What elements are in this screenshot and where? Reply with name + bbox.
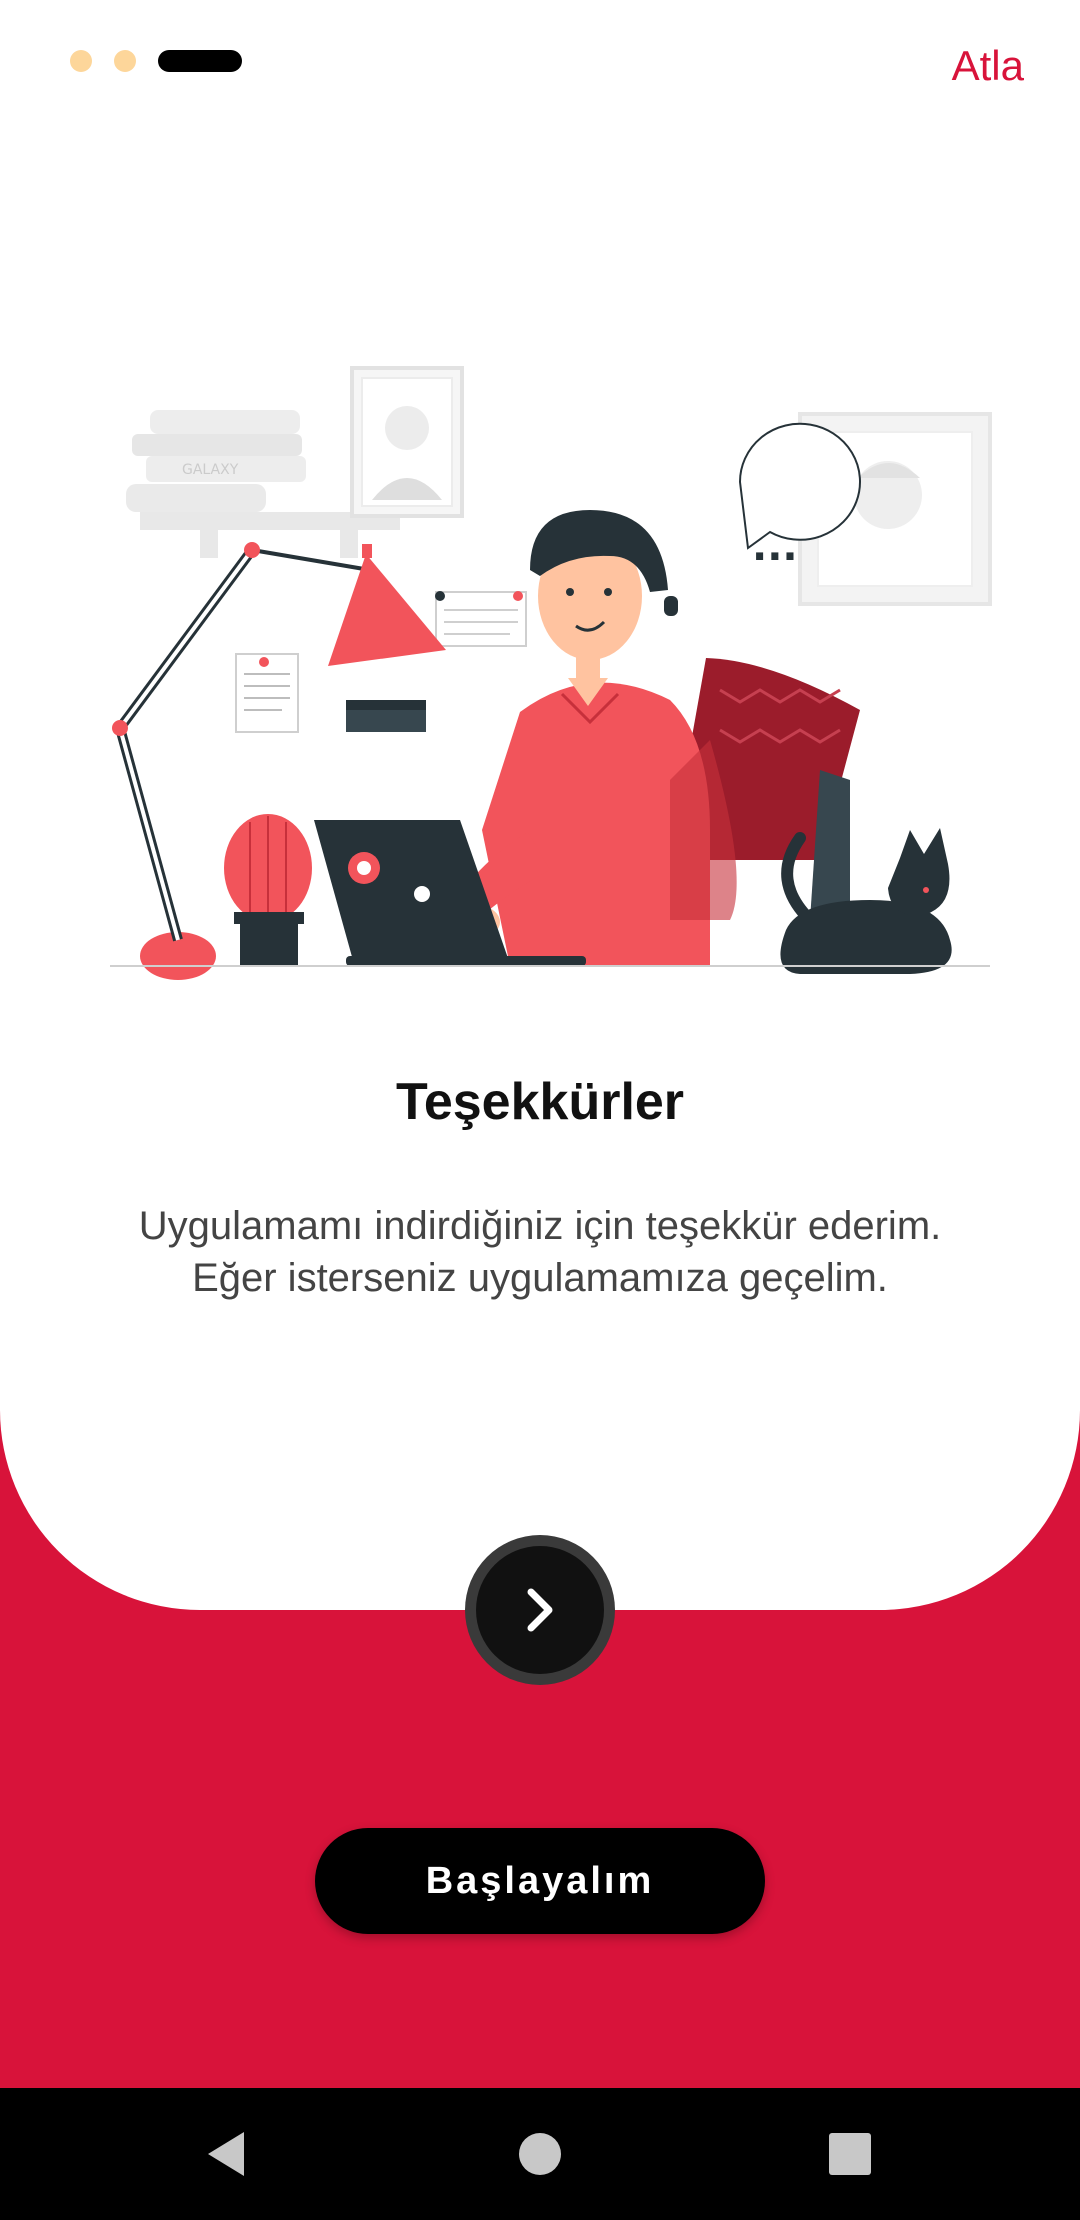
start-button[interactable]: Başlayalım (315, 1828, 765, 1934)
cactus-plant (224, 814, 312, 966)
nav-back-button[interactable] (196, 2124, 256, 2184)
system-navigation-bar (0, 2088, 1080, 2220)
page-indicator (70, 50, 242, 72)
onboarding-illustration: GALAXY ... (110, 366, 992, 980)
next-button-inner (476, 1546, 604, 1674)
page-dot-active (158, 50, 242, 72)
woman-portrait-frame (350, 366, 464, 518)
book-spine-label: GALAXY (182, 462, 239, 478)
speech-bubble-text: ... (752, 524, 798, 570)
chevron-right-icon (527, 1588, 553, 1632)
square-recents-icon (829, 2133, 871, 2175)
triangle-back-icon (208, 2132, 244, 2176)
nav-home-button[interactable] (510, 2124, 570, 2184)
page-dot-2 (114, 50, 136, 72)
onboarding-description: Uygulamamı indirdiğiniz için teşekkür ed… (60, 1200, 1020, 1304)
onboarding-title: Teşekkürler (395, 1073, 685, 1131)
nav-recents-button[interactable] (820, 2124, 880, 2184)
page-dot-1 (70, 50, 92, 72)
description-line-1: Uygulamamı indirdiğiniz için teşekkür ed… (138, 1204, 942, 1248)
circle-home-icon (519, 2133, 561, 2175)
next-page-button[interactable] (465, 1535, 615, 1685)
skip-button[interactable]: Atla (952, 42, 1024, 90)
description-line-2: Eğer isterseniz uygulamamıza geçelim. (192, 1256, 888, 1300)
